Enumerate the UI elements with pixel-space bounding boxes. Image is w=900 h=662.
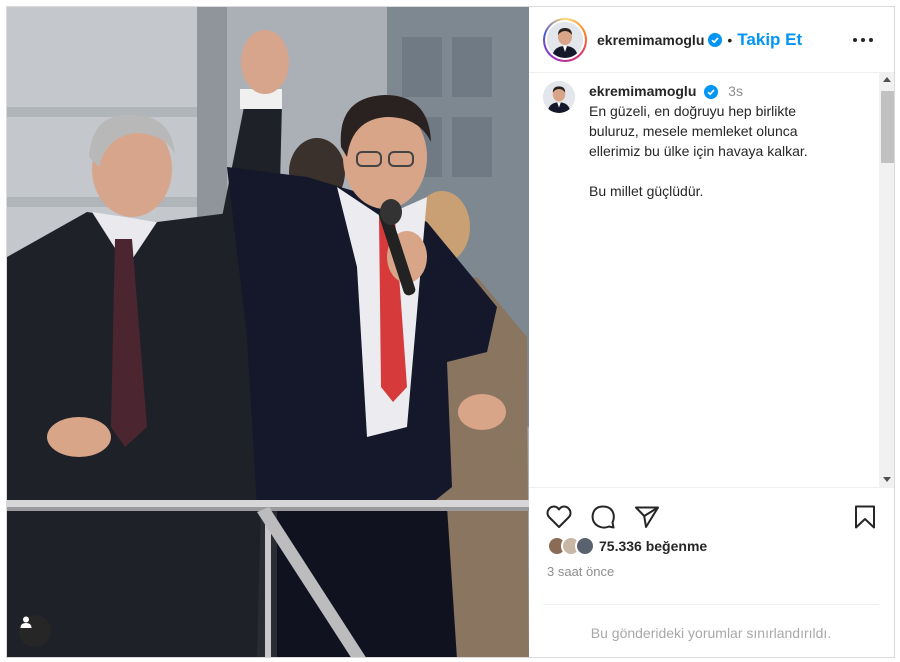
liker-avatar[interactable] (575, 536, 595, 556)
scrollbar-thumb[interactable] (881, 91, 894, 163)
caption-line: ellerimiz bu ülke için havaya kalkar. (589, 143, 808, 159)
post-actions: 75.336 beğenme 3 saat önce Bu gönderidek… (529, 487, 894, 657)
follow-button[interactable]: Takip Et (737, 30, 802, 50)
caption: ekremimamoglu 3s En güzeli, en doğruyu h… (543, 81, 849, 201)
scroll-up-arrow-icon[interactable] (883, 77, 891, 82)
post-side-panel: ekremimamoglu • Takip Et ekremimamoglu 3… (529, 7, 894, 657)
caption-scrollbar[interactable] (879, 73, 894, 487)
caption-line: Bu millet güçlüdür. (589, 183, 704, 199)
caption-line: buluruz, mesele memleket olunca (589, 123, 798, 139)
caption-line: En güzeli, en doğruyu hep birlikte (589, 103, 797, 119)
caption-area: ekremimamoglu 3s En güzeli, en doğruyu h… (529, 73, 894, 487)
caption-text: ekremimamoglu 3s En güzeli, en doğruyu h… (589, 81, 849, 201)
post-header: ekremimamoglu • Takip Et (529, 7, 894, 73)
separator-dot: • (727, 31, 733, 48)
photo-illustration (7, 7, 529, 657)
post-dialog: ekremimamoglu • Takip Et ekremimamoglu 3… (6, 6, 895, 658)
likes-count[interactable]: 75.336 beğenme (599, 538, 707, 554)
caption-avatar[interactable] (543, 81, 575, 113)
tagged-users-icon[interactable] (19, 615, 51, 647)
caption-line (589, 161, 849, 181)
share-icon[interactable] (633, 503, 661, 531)
post-timestamp[interactable]: 3 saat önce (547, 564, 614, 579)
header-username[interactable]: ekremimamoglu (597, 32, 704, 48)
verified-badge-icon (704, 85, 719, 100)
comments-restricted-notice: Bu gönderideki yorumlar sınırlandırıldı. (543, 604, 879, 657)
heart-icon[interactable] (545, 503, 573, 531)
comment-icon[interactable] (589, 503, 617, 531)
scroll-down-arrow-icon[interactable] (883, 477, 891, 482)
post-photo[interactable] (7, 7, 529, 657)
bookmark-icon[interactable] (851, 503, 879, 531)
likes-row: 75.336 beğenme (547, 536, 707, 556)
verified-badge-icon (708, 32, 723, 47)
profile-avatar-story-ring[interactable] (543, 17, 587, 62)
more-options-icon[interactable] (850, 27, 876, 53)
caption-time[interactable]: 3s (728, 83, 743, 99)
caption-username[interactable]: ekremimamoglu (589, 83, 696, 99)
avatar (547, 21, 583, 58)
